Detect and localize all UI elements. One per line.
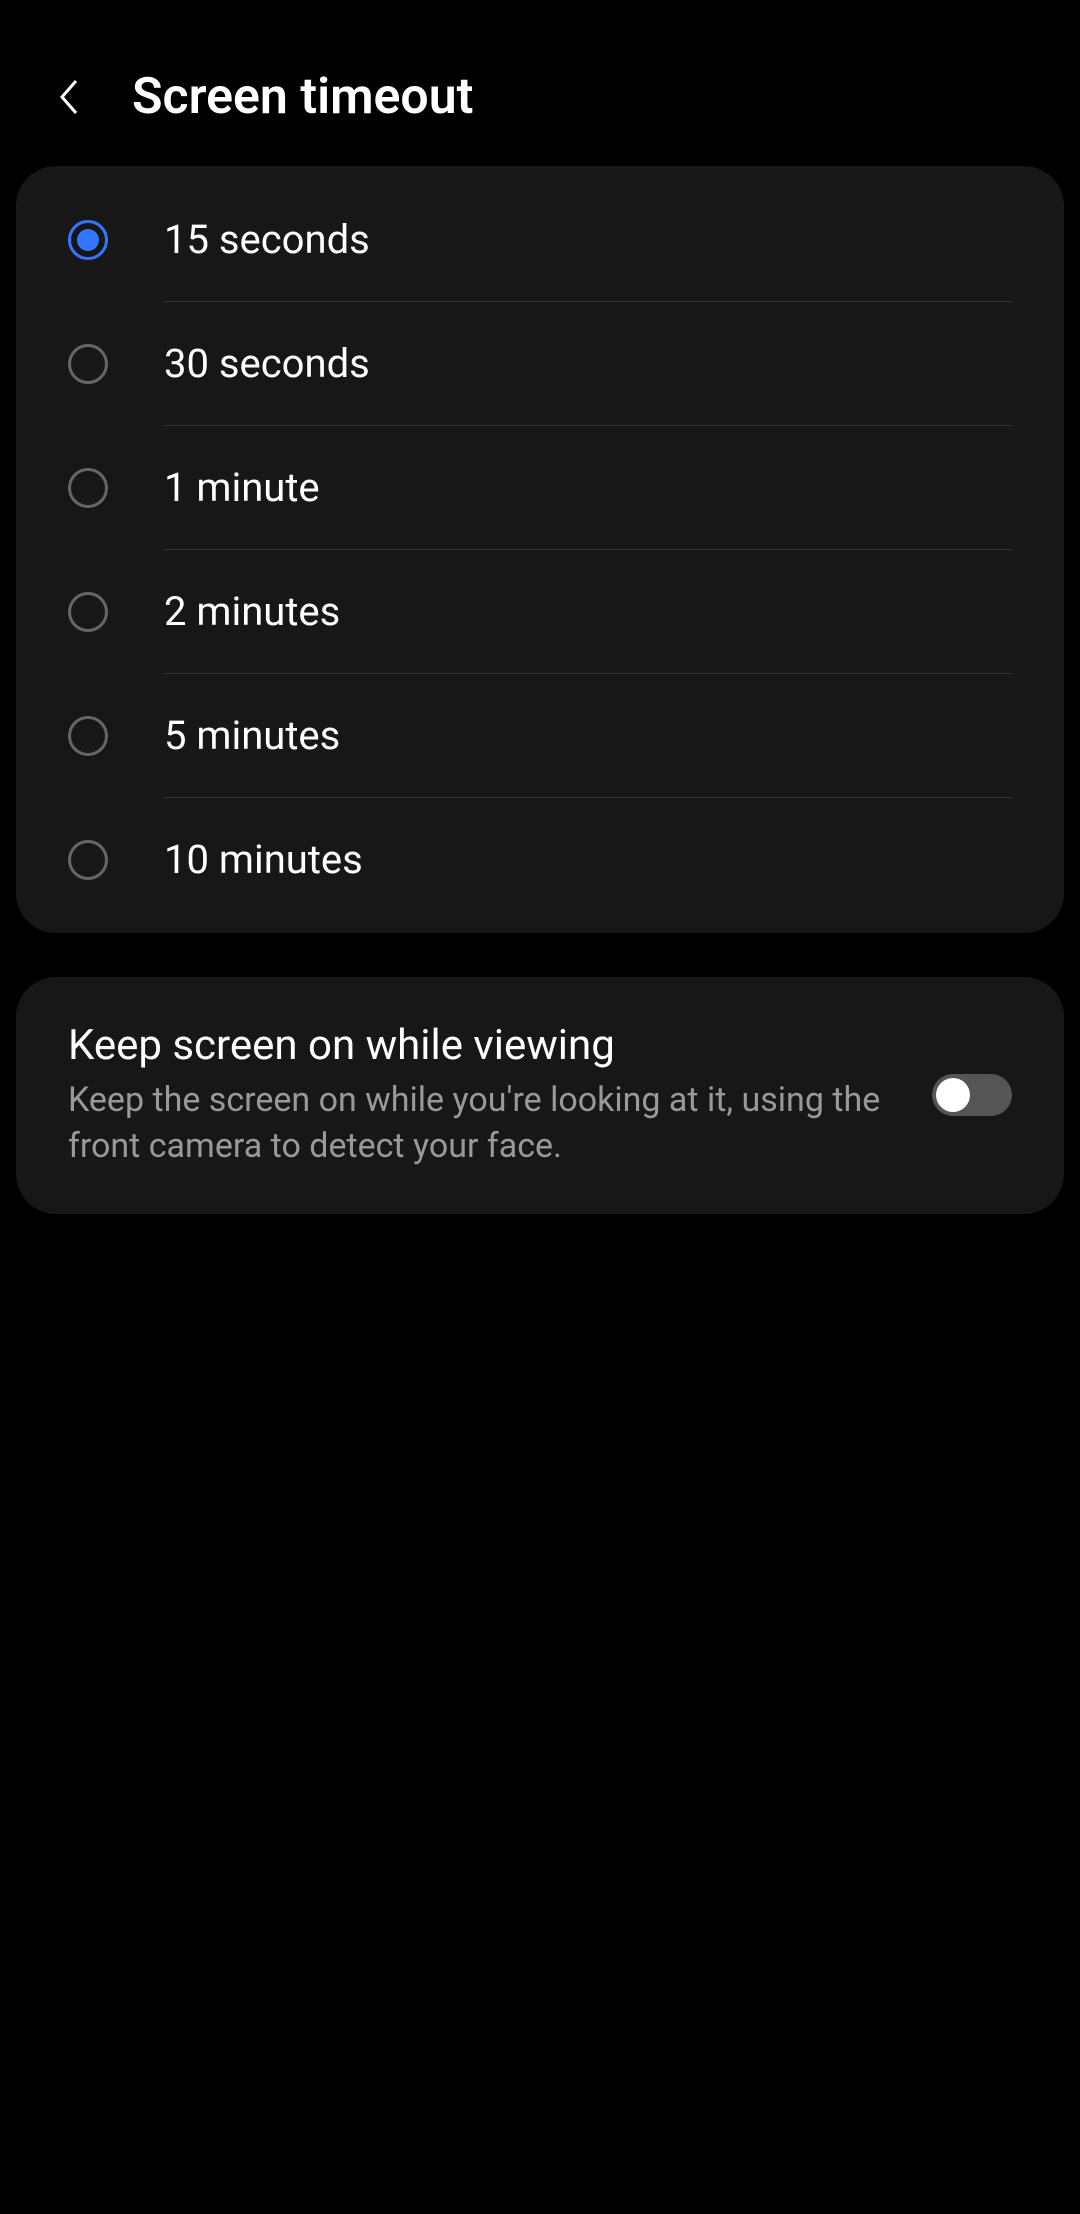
- radio-button: [68, 716, 108, 756]
- option-label: 30 seconds: [164, 340, 1012, 387]
- radio-button: [68, 468, 108, 508]
- keep-screen-on-switch[interactable]: [932, 1074, 1012, 1116]
- page-title: Screen timeout: [132, 68, 473, 126]
- toggle-description: Keep the screen on while you're looking …: [68, 1078, 902, 1170]
- back-button[interactable]: [48, 77, 88, 117]
- toggle-text: Keep screen on while viewing Keep the sc…: [68, 1021, 902, 1170]
- keep-screen-on-row[interactable]: Keep screen on while viewing Keep the sc…: [16, 977, 1064, 1214]
- timeout-option-1m[interactable]: 1 minute: [16, 426, 1064, 550]
- timeout-option-15s[interactable]: 15 seconds: [16, 178, 1064, 302]
- option-label: 5 minutes: [164, 712, 1012, 759]
- option-wrap: 30 seconds: [164, 302, 1012, 426]
- radio-button: [68, 344, 108, 384]
- option-wrap: 5 minutes: [164, 674, 1012, 798]
- option-label: 15 seconds: [164, 216, 1012, 263]
- option-wrap: 10 minutes: [164, 798, 1012, 921]
- toggle-title: Keep screen on while viewing: [68, 1021, 902, 1070]
- radio-button: [68, 592, 108, 632]
- option-label: 1 minute: [164, 464, 1012, 511]
- radio-button: [68, 220, 108, 260]
- option-wrap: 15 seconds: [164, 178, 1012, 302]
- option-wrap: 1 minute: [164, 426, 1012, 550]
- radio-button: [68, 840, 108, 880]
- timeout-option-30s[interactable]: 30 seconds: [16, 302, 1064, 426]
- timeout-options-card: 15 seconds 30 seconds 1 minute 2 minutes…: [16, 166, 1064, 933]
- radio-list: 15 seconds 30 seconds 1 minute 2 minutes…: [16, 166, 1064, 933]
- timeout-option-5m[interactable]: 5 minutes: [16, 674, 1064, 798]
- chevron-left-icon: [56, 77, 80, 117]
- option-wrap: 2 minutes: [164, 550, 1012, 674]
- timeout-option-10m[interactable]: 10 minutes: [16, 798, 1064, 921]
- switch-thumb: [936, 1078, 970, 1112]
- header: Screen timeout: [0, 0, 1080, 166]
- timeout-option-2m[interactable]: 2 minutes: [16, 550, 1064, 674]
- option-label: 10 minutes: [164, 836, 1012, 883]
- option-label: 2 minutes: [164, 588, 1012, 635]
